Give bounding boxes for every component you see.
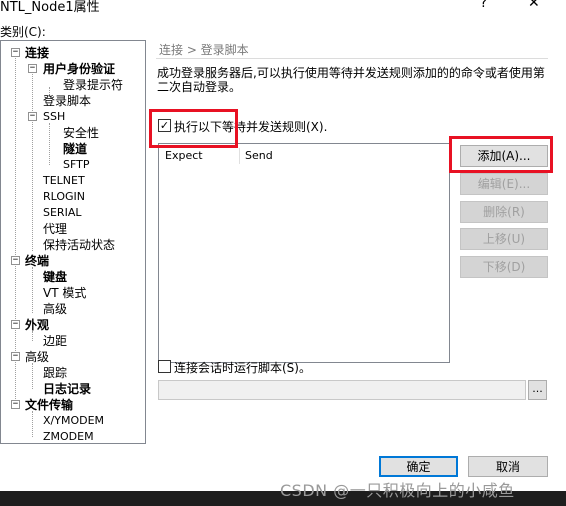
tree-collapse-toggle[interactable]: − (11, 48, 20, 57)
browse-button[interactable]: ... (528, 380, 547, 400)
tree-item-zmodem[interactable]: ZMODEM (43, 429, 94, 443)
panel-breadcrumb: 连接 > 登录脚本 (156, 41, 548, 59)
tree-item-advanced-terminal[interactable]: 高级 (43, 301, 67, 317)
tree-item-keyboard[interactable]: 键盘 (43, 269, 67, 285)
category-tree[interactable]: − − − − − − − 连接 用户身份验证 登录提示符 登录脚本 SSH 安… (0, 40, 146, 444)
help-button[interactable]: ? (480, 0, 487, 11)
tree-collapse-toggle[interactable]: − (11, 352, 20, 361)
tree-item-ssh[interactable]: SSH (43, 109, 65, 125)
rules-list[interactable]: Expect Send (158, 143, 450, 363)
tree-item-xymodem[interactable]: X/YMODEM (43, 413, 104, 429)
category-label: 类别(C): (0, 25, 46, 39)
tree-item-tunnel[interactable]: 隧道 (63, 141, 87, 157)
script-checkbox-label: 连接会话时运行脚本(S)。 (174, 361, 311, 375)
tree-item-connection[interactable]: 连接 (25, 45, 49, 61)
title-bar: NTL_Node1属性 ? ✕ (0, 0, 566, 15)
tree-item-vt-mode[interactable]: VT 模式 (43, 285, 86, 301)
tree-item-keepalive[interactable]: 保持活动状态 (43, 237, 115, 253)
cancel-button[interactable]: 取消 (468, 456, 548, 477)
tree-line (32, 71, 33, 251)
script-path-input[interactable] (158, 380, 526, 400)
tree-item-logging[interactable]: 日志记录 (43, 381, 91, 397)
tree-collapse-toggle[interactable]: − (11, 400, 20, 409)
tree-item-serial[interactable]: SERIAL (43, 205, 81, 221)
tree-collapse-toggle[interactable]: − (28, 112, 37, 121)
edit-button[interactable]: 编辑(E)... (460, 173, 548, 195)
rules-checkbox-label: 执行以下等待并发送规则(X). (174, 120, 328, 134)
close-button[interactable]: ✕ (528, 0, 540, 11)
tree-item-advanced[interactable]: 高级 (25, 349, 49, 365)
tree-collapse-toggle[interactable]: − (11, 256, 20, 265)
tree-item-margin[interactable]: 边距 (43, 333, 67, 349)
column-separator (239, 148, 240, 164)
tree-line (32, 267, 33, 313)
panel-description: 成功登录服务器后,可以执行使用等待并发送规则添加的的命令或者使用第二次自动登录。 (157, 66, 545, 94)
rules-checkbox[interactable]: ✓ (158, 119, 171, 132)
tree-item-auth[interactable]: 用户身份验证 (43, 61, 115, 77)
tree-item-rlogin[interactable]: RLOGIN (43, 189, 85, 205)
tree-item-login-script[interactable]: 登录脚本 (43, 93, 91, 109)
move-up-button[interactable]: 上移(U) (460, 228, 548, 250)
script-checkbox[interactable] (158, 360, 171, 373)
tree-collapse-toggle[interactable]: − (28, 64, 37, 73)
tree-item-telnet[interactable]: TELNET (43, 173, 85, 189)
window-title: NTL_Node1属性 (0, 0, 100, 15)
tree-line (32, 411, 33, 437)
tree-item-security[interactable]: 安全性 (63, 125, 99, 141)
tree-item-appearance[interactable]: 外观 (25, 317, 49, 333)
move-down-button[interactable]: 下移(D) (460, 256, 548, 278)
tree-item-sftp[interactable]: SFTP (63, 157, 89, 173)
watermark: CSDN @一只积极向上的小咸鱼 (280, 481, 515, 500)
column-header-send[interactable]: Send (245, 149, 273, 162)
delete-button[interactable]: 删除(R) (460, 201, 548, 223)
ok-button[interactable]: 确定 (379, 456, 458, 477)
tree-collapse-toggle[interactable]: − (11, 320, 20, 329)
tree-line (32, 363, 33, 389)
tree-item-trace[interactable]: 跟踪 (43, 365, 67, 381)
column-header-expect[interactable]: Expect (165, 149, 203, 162)
tree-item-login-prompt[interactable]: 登录提示符 (63, 77, 123, 93)
tree-item-file-transfer[interactable]: 文件传输 (25, 397, 73, 413)
tree-item-proxy[interactable]: 代理 (43, 221, 67, 237)
tree-line (49, 123, 50, 165)
add-button[interactable]: 添加(A)... (460, 145, 548, 167)
tree-item-terminal[interactable]: 终端 (25, 253, 49, 269)
